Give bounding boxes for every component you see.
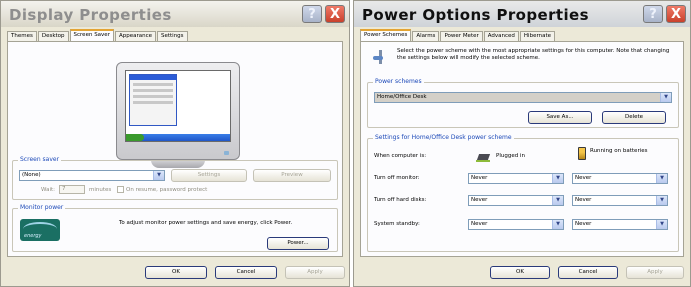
standby-plugged-value: Never bbox=[471, 221, 488, 227]
apply-button[interactable]: Apply bbox=[285, 266, 345, 279]
disks-plugged-select[interactable]: Never ▼ bbox=[468, 195, 564, 206]
screen-saver-group: Screen saver (None) ▼ Settings Preview W… bbox=[12, 156, 338, 200]
monitor-power-description: To adjust monitor power settings and sav… bbox=[119, 220, 293, 226]
help-button[interactable]: ? bbox=[302, 5, 322, 23]
screen-saver-panel: Screen saver (None) ▼ Settings Preview W… bbox=[7, 41, 343, 257]
title-bar[interactable]: Display Properties ? X bbox=[1, 1, 349, 27]
tab-themes[interactable]: Themes bbox=[7, 31, 37, 41]
tab-power-meter[interactable]: Power Meter bbox=[440, 31, 483, 41]
standby-battery-value: Never bbox=[575, 221, 592, 227]
power-plug-icon bbox=[373, 50, 389, 64]
ok-button[interactable]: OK bbox=[145, 266, 207, 279]
standby-plugged-select[interactable]: Never ▼ bbox=[468, 219, 564, 230]
chevron-down-icon[interactable]: ▼ bbox=[656, 196, 667, 205]
scheme-settings-group-label: Settings for Home/Office Desk power sche… bbox=[373, 134, 514, 141]
power-schemes-group: Power schemes Home/Office Desk ▼ Save As… bbox=[367, 78, 679, 128]
chevron-down-icon[interactable]: ▼ bbox=[153, 171, 164, 180]
help-button[interactable]: ? bbox=[643, 5, 663, 23]
plugged-in-icon bbox=[476, 149, 492, 163]
screen-saver-group-label: Screen saver bbox=[18, 156, 62, 163]
battery-icon bbox=[578, 147, 586, 160]
tab-screen-saver[interactable]: Screen Saver bbox=[69, 29, 114, 41]
monitor-preview bbox=[116, 62, 240, 160]
screen-saver-value: (None) bbox=[22, 172, 41, 178]
power-scheme-select[interactable]: Home/Office Desk ▼ bbox=[374, 92, 672, 103]
window-title: Display Properties bbox=[9, 6, 172, 24]
delete-button[interactable]: Delete bbox=[602, 111, 666, 124]
tab-appearance[interactable]: Appearance bbox=[114, 31, 156, 41]
title-bar[interactable]: Power Options Properties ? X bbox=[354, 1, 690, 27]
close-button[interactable]: X bbox=[666, 5, 686, 23]
tab-desktop[interactable]: Desktop bbox=[37, 31, 69, 41]
close-button[interactable]: X bbox=[325, 5, 345, 23]
preview-window bbox=[129, 74, 177, 126]
settings-button[interactable]: Settings bbox=[171, 169, 247, 182]
cancel-button[interactable]: Cancel bbox=[558, 266, 618, 279]
system-standby-label: System standby: bbox=[374, 221, 420, 227]
tab-advanced[interactable]: Advanced bbox=[483, 31, 519, 41]
disks-battery-select[interactable]: Never ▼ bbox=[572, 195, 668, 206]
turn-off-hard-disks-label: Turn off hard disks: bbox=[374, 197, 427, 203]
chevron-down-icon[interactable]: ▼ bbox=[660, 93, 671, 102]
when-computer-is-label: When computer is: bbox=[374, 153, 427, 159]
window-title: Power Options Properties bbox=[362, 6, 589, 24]
monitor-power-light-icon bbox=[224, 151, 229, 155]
display-properties-window: Display Properties ? X Themes Desktop Sc… bbox=[0, 0, 350, 287]
tab-strip: Themes Desktop Screen Saver Appearance S… bbox=[7, 29, 343, 41]
monitor-battery-select[interactable]: Never ▼ bbox=[572, 173, 668, 184]
disks-battery-value: Never bbox=[575, 197, 592, 203]
tab-strip: Power Schemes Alarms Power Meter Advance… bbox=[360, 29, 684, 41]
wait-minutes-stepper[interactable]: 7 bbox=[59, 185, 85, 194]
disks-plugged-value: Never bbox=[471, 197, 488, 203]
minutes-label: minutes bbox=[89, 187, 112, 193]
wait-value: 7 bbox=[62, 186, 66, 192]
monitor-plugged-select[interactable]: Never ▼ bbox=[468, 173, 564, 184]
turn-off-monitor-label: Turn off monitor: bbox=[374, 175, 420, 181]
standby-battery-select[interactable]: Never ▼ bbox=[572, 219, 668, 230]
energy-logo-text: energy bbox=[24, 233, 42, 239]
power-options-window: Power Options Properties ? X Power Schem… bbox=[353, 0, 691, 287]
chevron-down-icon[interactable]: ▼ bbox=[552, 196, 563, 205]
save-as-button[interactable]: Save As... bbox=[528, 111, 592, 124]
tab-hibernate[interactable]: Hibernate bbox=[519, 31, 556, 41]
monitor-power-group: Monitor power energy To adjust monitor p… bbox=[12, 204, 338, 252]
preview-button[interactable]: Preview bbox=[253, 169, 331, 182]
wait-label: Wait: bbox=[41, 187, 55, 193]
monitor-battery-value: Never bbox=[575, 175, 592, 181]
scheme-settings-group: Settings for Home/Office Desk power sche… bbox=[367, 134, 679, 252]
monitor-power-group-label: Monitor power bbox=[18, 204, 66, 211]
monitor-plugged-value: Never bbox=[471, 175, 488, 181]
password-protect-checkbox[interactable] bbox=[117, 186, 124, 193]
running-on-batteries-label: Running on batteries bbox=[590, 148, 648, 154]
apply-button[interactable]: Apply bbox=[626, 266, 684, 279]
password-protect-label: On resume, password protect bbox=[126, 187, 208, 193]
tab-power-schemes[interactable]: Power Schemes bbox=[360, 29, 412, 41]
chevron-down-icon[interactable]: ▼ bbox=[552, 220, 563, 229]
chevron-down-icon[interactable]: ▼ bbox=[552, 174, 563, 183]
power-button[interactable]: Power... bbox=[267, 237, 329, 250]
tab-alarms[interactable]: Alarms bbox=[412, 31, 440, 41]
power-scheme-value: Home/Office Desk bbox=[377, 94, 427, 100]
ok-button[interactable]: OK bbox=[490, 266, 550, 279]
power-schemes-panel: Select the power scheme with the most ap… bbox=[360, 41, 684, 257]
intro-text: Select the power scheme with the most ap… bbox=[397, 48, 670, 61]
energy-star-logo: energy bbox=[20, 219, 60, 241]
plugged-in-label: Plugged in bbox=[496, 153, 525, 159]
chevron-down-icon[interactable]: ▼ bbox=[656, 174, 667, 183]
preview-start-button bbox=[126, 134, 144, 141]
cancel-button[interactable]: Cancel bbox=[215, 266, 277, 279]
screen-saver-select[interactable]: (None) ▼ bbox=[19, 170, 165, 181]
power-schemes-group-label: Power schemes bbox=[373, 78, 424, 85]
preview-screen bbox=[125, 70, 231, 142]
tab-settings[interactable]: Settings bbox=[156, 31, 188, 41]
chevron-down-icon[interactable]: ▼ bbox=[656, 220, 667, 229]
